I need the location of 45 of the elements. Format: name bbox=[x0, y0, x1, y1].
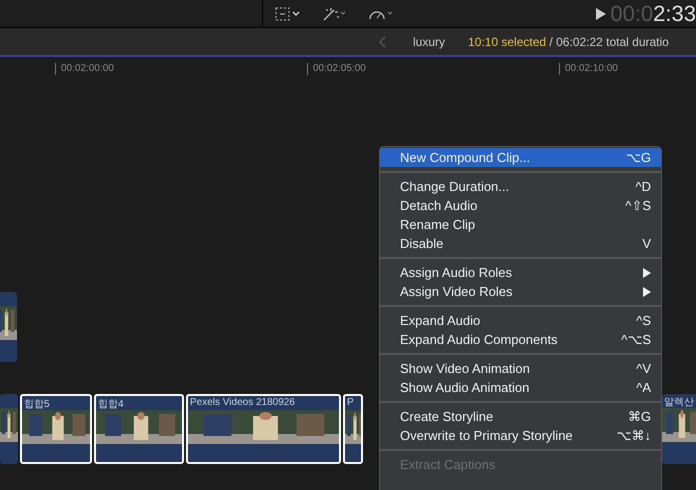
ruler-label: 00:02:05:00 bbox=[307, 63, 559, 75]
menu-item[interactable]: Show Audio Animation ^A bbox=[380, 378, 661, 397]
clip-appearance-button[interactable] bbox=[275, 6, 301, 20]
shortcut-label: ^S bbox=[636, 313, 651, 328]
magic-wand-icon bbox=[321, 6, 347, 22]
project-name: luxury bbox=[413, 34, 446, 48]
video-clip[interactable]: 알렉산 bbox=[662, 394, 696, 464]
menu-item[interactable]: Expand Audio ^S bbox=[380, 311, 661, 330]
ruler-label: 00:02:00:00 bbox=[55, 63, 307, 75]
menu-item[interactable]: New Compound Clip... ⌥G bbox=[380, 148, 661, 167]
video-clip[interactable]: 힙합5 bbox=[20, 394, 92, 464]
video-clip[interactable]: Pexels Videos 2180926 bbox=[186, 394, 341, 464]
shortcut-label: ^A bbox=[636, 380, 651, 395]
effects-button[interactable] bbox=[321, 6, 347, 22]
menu-item[interactable]: Show Video Animation ^V bbox=[380, 359, 661, 378]
shortcut-label: ⌥⌘↓ bbox=[616, 428, 651, 443]
menu-item[interactable]: Rename Clip bbox=[380, 215, 661, 234]
video-clip[interactable] bbox=[0, 292, 17, 362]
duration-summary: 10:10 selected / 06:02:22 total duratio bbox=[468, 34, 669, 48]
shortcut-label: ^V bbox=[636, 361, 651, 376]
video-clip[interactable]: P bbox=[343, 394, 363, 464]
clip-title: 힙합5 bbox=[23, 398, 51, 410]
menu-item[interactable]: Assign Video Roles bbox=[380, 282, 661, 301]
menu-item[interactable]: Change Duration... ^D bbox=[380, 177, 661, 196]
clip-view-icon bbox=[275, 6, 301, 20]
clip-title: Pexels Videos 2180926 bbox=[189, 396, 296, 410]
video-clip[interactable]: 힙합4 bbox=[94, 394, 184, 464]
clip-title: 알렉산 bbox=[663, 396, 695, 408]
play-icon[interactable] bbox=[596, 8, 606, 20]
shortcut-label: ^⌥S bbox=[621, 332, 651, 347]
menu-item[interactable]: Disable V bbox=[380, 234, 661, 253]
ruler-label: 00:02:10:00 bbox=[559, 63, 696, 75]
shortcut-label: ^D bbox=[636, 179, 651, 194]
shortcut-label: ^⇧S bbox=[625, 198, 651, 213]
menu-item[interactable]: Expand Audio Components ^⌥S bbox=[380, 330, 661, 349]
menu-item[interactable]: Overwrite to Primary Storyline ⌥⌘↓ bbox=[380, 426, 661, 445]
menu-item[interactable]: Assign Audio Roles bbox=[380, 263, 661, 282]
clip-title: P bbox=[346, 396, 355, 410]
clip-title: 힙합4 bbox=[97, 398, 125, 410]
shortcut-label: ⌘G bbox=[628, 409, 651, 424]
shortcut-label: V bbox=[642, 236, 651, 251]
video-clip[interactable] bbox=[0, 394, 18, 464]
shortcut-label: ⌥G bbox=[626, 150, 651, 165]
menu-item[interactable]: Create Storyline ⌘G bbox=[380, 407, 661, 426]
menu-item[interactable]: Detach Audio ^⇧S bbox=[380, 196, 661, 215]
